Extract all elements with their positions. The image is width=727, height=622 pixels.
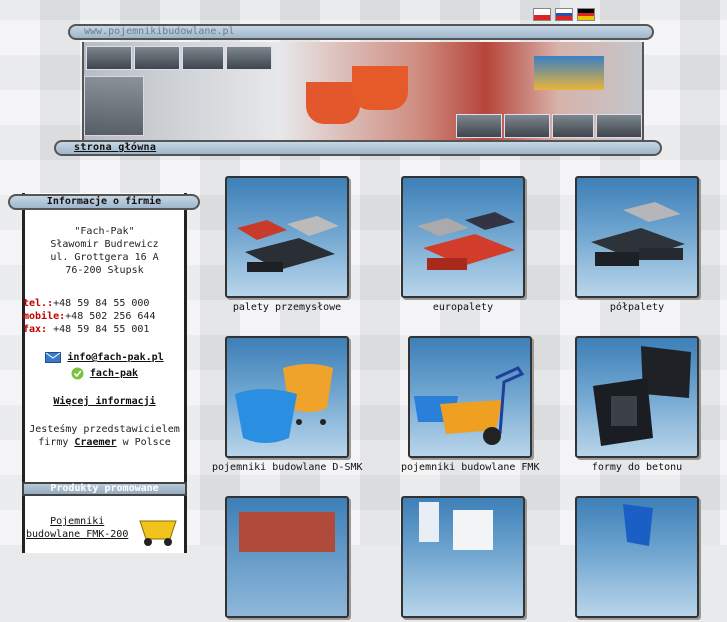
promoted-product-link-line2[interactable]: budowlane FMK-200 xyxy=(26,529,128,540)
product-card[interactable] xyxy=(575,496,699,622)
product-image-half-pallets[interactable] xyxy=(575,176,699,298)
tel-value: +48 59 84 55 000 xyxy=(53,298,150,309)
banner-tile xyxy=(596,114,642,138)
product-image-row3-2[interactable] xyxy=(401,496,525,618)
fax-label: fax: xyxy=(23,324,48,335)
product-image-construction-containers-dsmk[interactable] xyxy=(225,336,350,458)
product-card[interactable]: europalety xyxy=(401,176,525,313)
company-street: ul. Grottgera 16 A xyxy=(50,252,159,263)
promoted-products-header: Produkty promowane xyxy=(22,482,187,496)
fax-value: +48 59 84 55 001 xyxy=(47,324,150,335)
banner-tile xyxy=(182,46,224,70)
banner-tile xyxy=(456,114,502,138)
product-image-row3-3[interactable] xyxy=(575,496,699,618)
home-nav-bar: strona główna xyxy=(54,140,662,156)
banner-pallet-image xyxy=(84,76,144,136)
header-banner xyxy=(82,42,644,140)
promoted-product-image[interactable] xyxy=(136,517,180,547)
product-label[interactable]: półpalety xyxy=(575,302,699,313)
email-icon xyxy=(45,351,62,363)
rep-text-prefix: firmy xyxy=(38,437,75,448)
product-image-construction-containers-fmk[interactable] xyxy=(408,336,533,458)
product-card[interactable]: pojemniki budowlane FMK xyxy=(401,336,539,473)
product-label[interactable]: europalety xyxy=(401,302,525,313)
mobile-label: mobile: xyxy=(23,311,66,322)
site-url: www.pojemnikibudowlane.pl xyxy=(84,26,235,37)
contact-numbers: tel.:+48 59 84 55 000 mobile:+48 502 256… xyxy=(23,297,184,336)
banner-cart-image xyxy=(534,56,604,90)
product-card[interactable]: pojemniki budowlane D-SMK xyxy=(212,336,363,473)
more-info-link[interactable]: Więcej informacji xyxy=(53,396,155,407)
product-label[interactable]: formy do betonu xyxy=(575,462,699,473)
product-label[interactable]: palety przemysłowe xyxy=(225,302,349,313)
skype-icon xyxy=(71,367,84,379)
product-label[interactable]: pojemniki budowlane D-SMK xyxy=(212,462,363,473)
rep-text-line1: Jesteśmy przedstawicielem xyxy=(29,424,180,435)
product-image-europallets[interactable] xyxy=(401,176,525,298)
site-url-bar: www.pojemnikibudowlane.pl xyxy=(68,24,654,40)
product-card[interactable]: półpalety xyxy=(575,176,699,313)
banner-tile xyxy=(504,114,550,138)
company-info-panel: "Fach-Pak" Sławomir Budrewicz ul. Grottg… xyxy=(22,193,187,553)
product-image-concrete-molds[interactable] xyxy=(575,336,699,458)
company-city: 76-200 Słupsk xyxy=(65,265,144,276)
company-owner: Sławomir Budrewicz xyxy=(50,239,159,250)
rep-text-suffix: w Polsce xyxy=(116,437,171,448)
company-info-header: Informacje o firmie xyxy=(8,194,200,210)
home-link[interactable]: strona główna xyxy=(74,142,156,153)
representative-note: Jesteśmy przedstawicielem firmy Craemer … xyxy=(25,423,184,449)
promoted-product-link-line1[interactable]: Pojemniki xyxy=(50,516,104,527)
contact-links: info@fach-pak.pl fach-pak xyxy=(25,350,184,382)
company-info-title: Informacje o firmie xyxy=(46,196,162,207)
banner-tile xyxy=(552,114,594,138)
product-image-row3-1[interactable] xyxy=(225,496,349,618)
company-address: "Fach-Pak" Sławomir Budrewicz ul. Grottg… xyxy=(25,225,184,277)
flag-ru-icon[interactable] xyxy=(555,8,573,21)
language-flags xyxy=(533,8,595,21)
banner-tile xyxy=(86,46,132,70)
banner-tile xyxy=(134,46,180,70)
product-card[interactable] xyxy=(225,496,349,622)
product-card[interactable]: formy do betonu xyxy=(575,336,699,473)
banner-tub-image xyxy=(352,66,408,110)
product-label[interactable]: pojemniki budowlane FMK xyxy=(401,462,539,473)
mobile-value: +48 502 256 644 xyxy=(65,311,156,322)
flag-de-icon[interactable] xyxy=(577,8,595,21)
company-name: "Fach-Pak" xyxy=(74,226,135,237)
product-image-industrial-pallets[interactable] xyxy=(225,176,349,298)
skype-link[interactable]: fach-pak xyxy=(90,368,138,379)
email-link[interactable]: info@fach-pak.pl xyxy=(67,352,163,363)
promoted-product-item[interactable]: Pojemniki budowlane FMK-200 xyxy=(26,515,128,541)
banner-tile xyxy=(226,46,272,70)
craemer-link[interactable]: Craemer xyxy=(74,437,116,448)
promoted-products-title: Produkty promowane xyxy=(50,483,159,494)
product-card[interactable]: palety przemysłowe xyxy=(225,176,349,313)
flag-pl-icon[interactable] xyxy=(533,8,551,21)
tel-label: tel.: xyxy=(23,298,54,309)
product-card[interactable] xyxy=(401,496,525,622)
